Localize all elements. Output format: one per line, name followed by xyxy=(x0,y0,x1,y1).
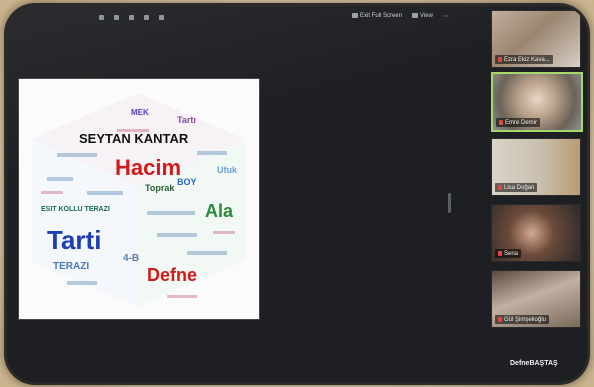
toolbar-icon-group xyxy=(99,15,164,20)
word-esit-kollu-terazi: ESIT KOLLU TERAZI xyxy=(41,206,110,213)
word-tarti-small: Tartı xyxy=(177,115,196,125)
view-button[interactable]: View xyxy=(412,13,433,20)
record-icon[interactable] xyxy=(129,15,134,20)
word-ala: Ala xyxy=(205,201,234,221)
word-boy: BOY xyxy=(177,177,197,187)
word-mek: MEK xyxy=(131,108,149,117)
panel-resize-handle[interactable] xyxy=(448,193,451,213)
mic-muted-icon xyxy=(499,120,503,125)
word-seytan-kantar: SEYTAN KANTAR xyxy=(79,131,189,146)
participants-panel: Ezra Ekiz Kava... Emre Demir Lisa Doğan … xyxy=(491,10,583,382)
word-defne: Defne xyxy=(147,265,197,285)
mic-muted-icon xyxy=(498,251,502,256)
view-mode-icon xyxy=(412,13,419,19)
word-cloud-cube: SEYTAN KANTAR Hacim Tarti Defne Ala TERA… xyxy=(31,93,245,307)
mic-muted-icon xyxy=(498,185,502,190)
shared-screen: SEYTAN KANTAR Hacim Tarti Defne Ala TERA… xyxy=(18,78,260,320)
participant-tile[interactable]: Lisa Doğan xyxy=(491,138,581,196)
participant-label: Sena xyxy=(495,249,522,258)
word-terazi: TERAZI xyxy=(53,261,89,272)
participant-label: Emre Demir xyxy=(496,118,541,127)
self-name-label: DefneBAŞTAŞ xyxy=(510,360,558,367)
view-icon[interactable] xyxy=(144,15,149,20)
word-toprak: Toprak xyxy=(145,183,175,193)
more-icon[interactable]: ⋯ xyxy=(443,13,449,20)
layout-icon[interactable] xyxy=(99,15,104,20)
exit-full-screen-button[interactable]: Exit Full Screen xyxy=(352,13,402,20)
word-4b: 4-B xyxy=(123,253,139,264)
participant-tile[interactable]: Ezra Ekiz Kava... xyxy=(491,10,581,68)
participant-label: Ezra Ekiz Kava... xyxy=(495,55,553,64)
security-icon[interactable] xyxy=(159,15,164,20)
word-ufuk: Ufuk xyxy=(217,165,238,175)
participant-tile[interactable]: Gül Şimşekoğlu xyxy=(491,270,581,328)
participant-label: Lisa Doğan xyxy=(495,183,538,192)
exit-full-screen-icon xyxy=(352,13,358,19)
participant-label: Gül Şimşekoğlu xyxy=(495,315,550,324)
participant-tile-active[interactable]: Emre Demir xyxy=(491,72,583,132)
meeting-window: Exit Full Screen View ⋯ SEYTAN KANTAR Ha… xyxy=(7,6,587,382)
participant-tile[interactable]: Sena xyxy=(491,204,581,262)
mic-muted-icon xyxy=(498,57,502,62)
info-icon[interactable] xyxy=(114,15,119,20)
mic-muted-icon xyxy=(498,317,502,322)
word-hacim: Hacim xyxy=(115,155,181,180)
word-tarti: Tarti xyxy=(47,225,101,255)
toolbar-right: Exit Full Screen View ⋯ xyxy=(352,13,449,20)
